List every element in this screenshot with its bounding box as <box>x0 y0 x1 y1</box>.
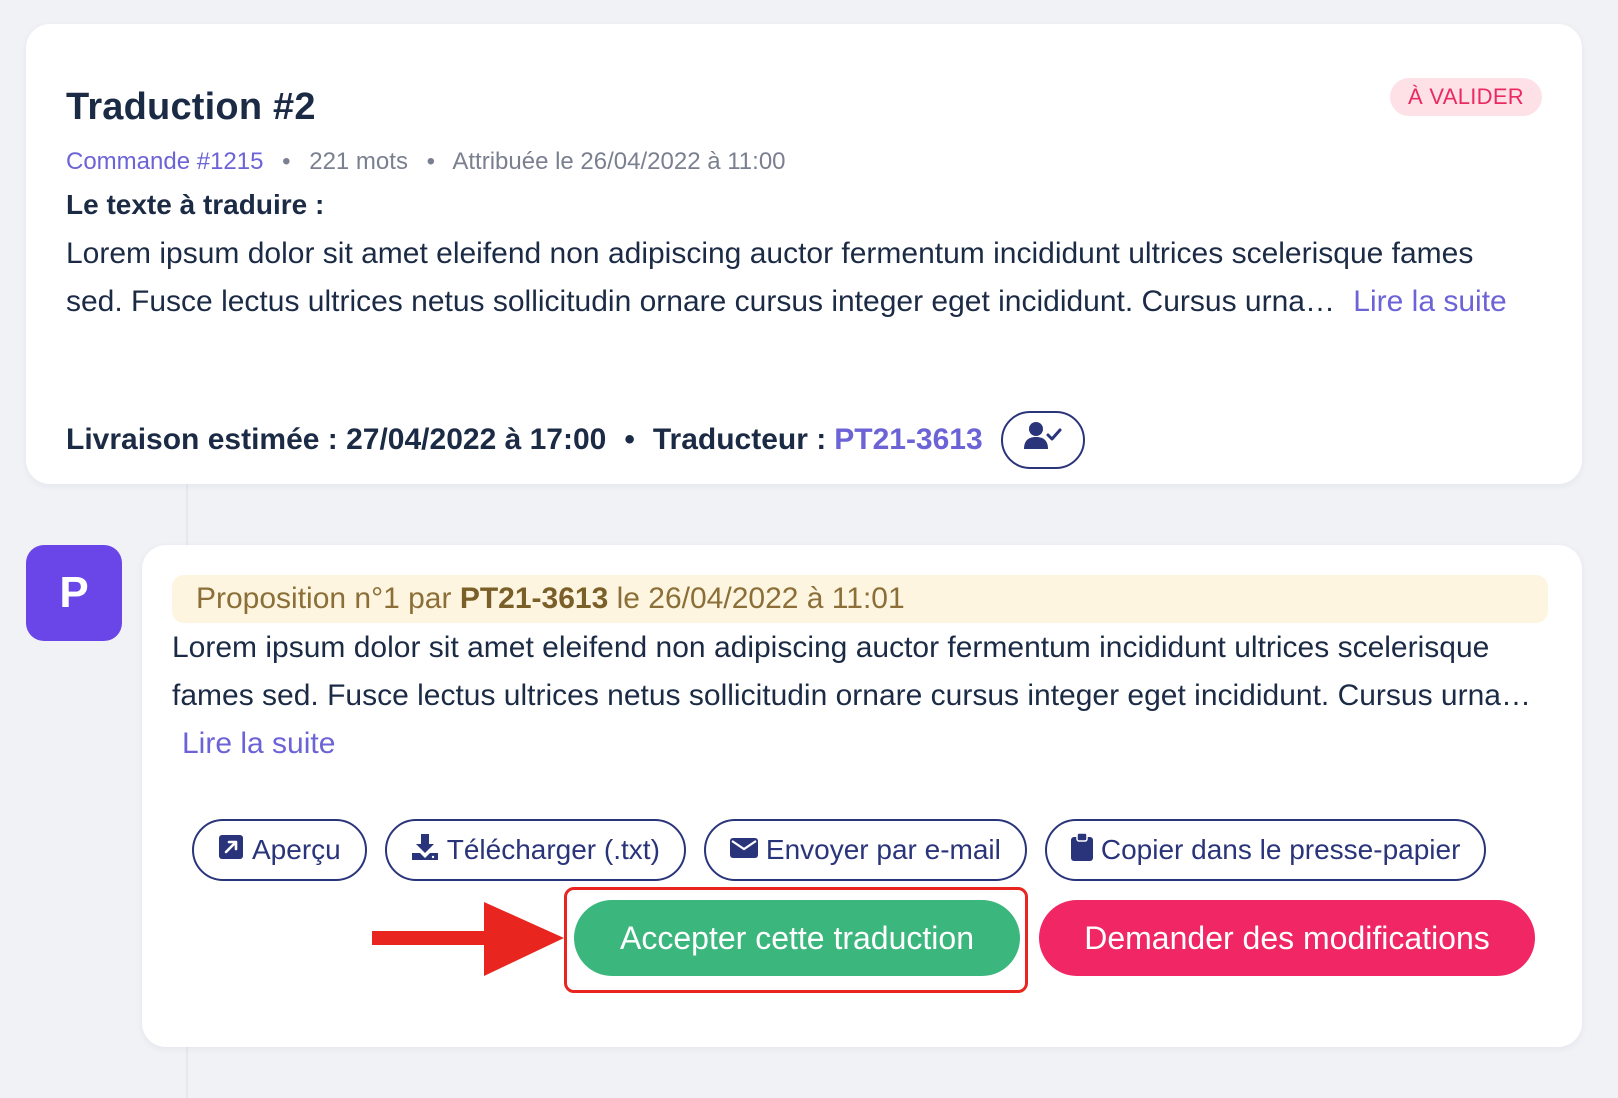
download-txt-button[interactable]: Télécharger (.txt) <box>384 819 686 881</box>
download-label: Télécharger (.txt) <box>446 834 660 865</box>
copy-label: Copier dans le presse-papier <box>1100 834 1461 865</box>
task-meta: Commande #1215 • 221 mots • Attribuée le… <box>66 148 786 176</box>
clipboard-icon <box>1070 831 1093 868</box>
task-title: Traduction #2 <box>66 86 316 128</box>
translation-task-card: Traduction #2 À VALIDER Commande #1215 •… <box>26 24 1582 484</box>
source-text-excerpt: Lorem ipsum dolor sit amet eleifend non … <box>66 237 1474 318</box>
copy-clipboard-button[interactable]: Copier dans le presse-papier <box>1044 819 1487 881</box>
meta-separator: • <box>282 148 291 175</box>
read-more-link[interactable]: Lire la suite <box>1353 285 1506 318</box>
proposal-card: Proposition n°1 par PT21-3613 le 26/04/2… <box>142 545 1582 1047</box>
proposal-text: Lorem ipsum dolor sit amet eleifend non … <box>172 624 1542 768</box>
order-link[interactable]: Commande #1215 <box>66 148 263 175</box>
preview-button[interactable]: Aperçu <box>192 819 367 881</box>
email-label: Envoyer par e-mail <box>765 834 1001 865</box>
annotation-arrow-icon <box>372 900 566 985</box>
proposal-header-prefix: Proposition n°1 par <box>196 582 452 615</box>
proposal-text-excerpt: Lorem ipsum dolor sit amet eleifend non … <box>172 631 1531 712</box>
meta-separator: • <box>426 148 436 175</box>
reassign-translator-button[interactable] <box>1000 411 1085 469</box>
external-link-icon <box>218 834 244 867</box>
source-text-label: Le texte à traduire : <box>66 189 325 220</box>
user-check-icon <box>1023 421 1062 459</box>
download-icon <box>411 833 439 868</box>
request-changes-button[interactable]: Demander des modifications <box>1039 900 1535 976</box>
delivery-separator: • <box>624 423 635 456</box>
assigned-date: Attribuée le 26/04/2022 à 11:00 <box>452 148 786 175</box>
status-badge: À VALIDER <box>1390 78 1542 116</box>
accept-translation-button[interactable]: Accepter cette traduction <box>574 900 1020 976</box>
translator-link[interactable]: PT21-3613 <box>834 423 982 457</box>
translator-label: Traducteur : <box>652 423 827 456</box>
read-more-link[interactable]: Lire la suite <box>182 727 335 760</box>
send-email-button[interactable]: Envoyer par e-mail <box>703 819 1027 881</box>
delivery-row: Livraison estimée : 27/04/2022 à 17:00 •… <box>66 410 1085 470</box>
proposal-avatar: P <box>26 545 122 641</box>
preview-label: Aperçu <box>252 834 341 865</box>
proposal-header: Proposition n°1 par PT21-3613 le 26/04/2… <box>172 575 1548 623</box>
envelope-icon <box>729 834 758 866</box>
word-count: 221 mots <box>309 148 408 175</box>
proposal-date: le 26/04/2022 à 11:01 <box>616 582 905 615</box>
proposal-actions: Aperçu Télécharger (.txt) Envoyer par e-… <box>192 819 1487 881</box>
estimated-delivery: Livraison estimée : 27/04/2022 à 17:00 <box>66 423 607 456</box>
source-text: Lorem ipsum dolor sit amet eleifend non … <box>66 230 1536 326</box>
proposal-author: PT21-3613 <box>459 582 609 615</box>
